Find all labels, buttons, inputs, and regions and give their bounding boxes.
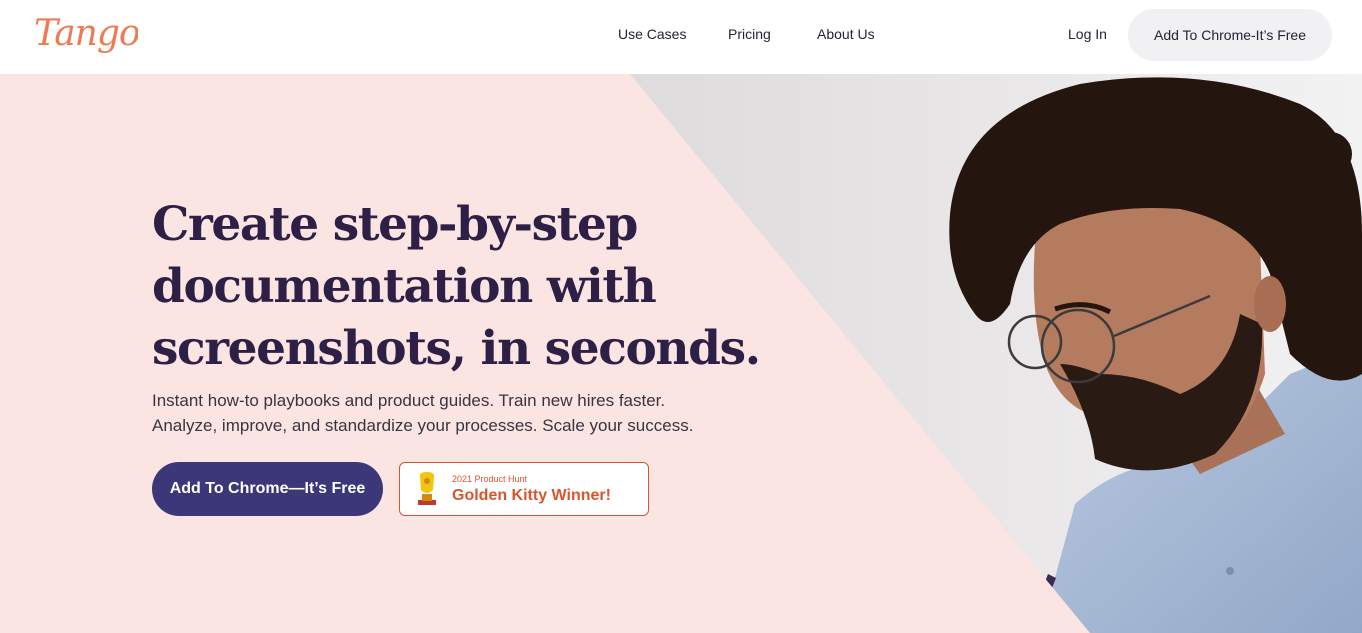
hero-subtitle: Instant how-to playbooks and product gui… [152, 388, 772, 438]
hero-add-to-chrome-button[interactable]: Add To Chrome—It’s Free [152, 462, 383, 516]
hero-section: Create step-by-step documentation with s… [0, 74, 1362, 633]
hero-subtitle-line: Analyze, improve, and standardize your p… [152, 416, 694, 435]
nav-use-cases-link[interactable]: Use Cases [618, 26, 686, 42]
header-add-to-chrome-button[interactable]: Add To Chrome-It’s Free [1128, 9, 1332, 61]
hero-title-line: Create step-by-step [152, 197, 638, 252]
hero-title-line: documentation with [152, 259, 657, 314]
tango-logo[interactable]: Tango [34, 12, 138, 64]
trophy-icon [418, 472, 436, 505]
nav-pricing-link[interactable]: Pricing [728, 26, 771, 42]
hero-title-line: screenshots, in seconds. [152, 321, 761, 376]
top-navigation-bar: Tango Use Cases Pricing About Us Log In … [0, 0, 1362, 74]
log-in-link[interactable]: Log In [1068, 26, 1107, 42]
hero-subtitle-line: Instant how-to playbooks and product gui… [152, 391, 666, 410]
hero-title: Create step-by-step documentation with s… [152, 194, 772, 380]
nav-about-us-link[interactable]: About Us [817, 26, 875, 42]
award-year-label: 2021 Product Hunt [452, 474, 528, 484]
award-title: Golden Kitty Winner! [452, 487, 611, 504]
product-hunt-award-badge[interactable]: 2021 Product Hunt Golden Kitty Winner! [399, 462, 649, 516]
svg-text:Tango: Tango [34, 13, 138, 54]
